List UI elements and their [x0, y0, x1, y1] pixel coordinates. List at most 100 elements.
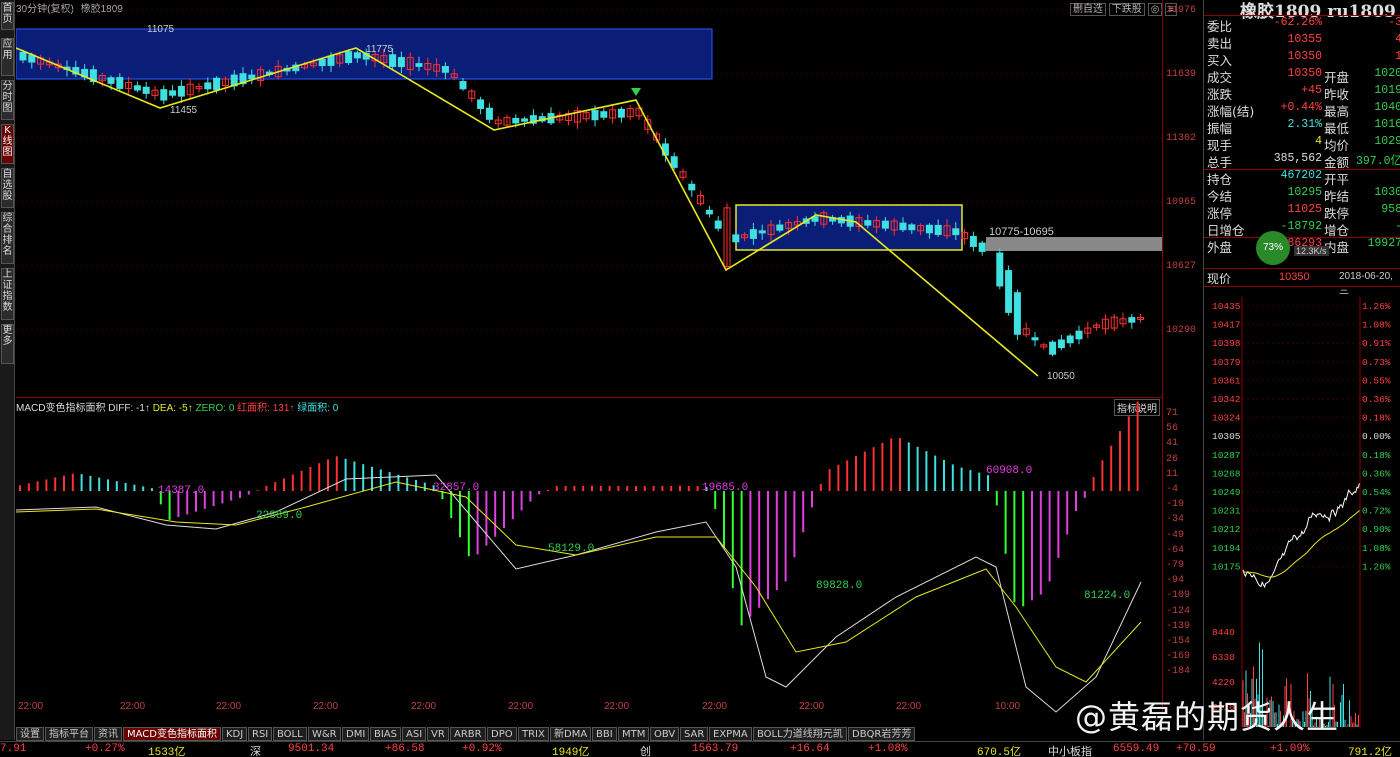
sidebar-tab-kline[interactable]: K线图	[1, 124, 14, 164]
intraday-price-line	[1242, 483, 1360, 589]
status-item: +86.58	[385, 743, 425, 755]
status-item: 深	[250, 747, 261, 757]
intraday-pct-tick: 1.26%	[1362, 301, 1391, 312]
indicator-tab[interactable]: VR	[427, 727, 449, 741]
sidebar-tab-sh-index[interactable]: 上证指数	[1, 268, 14, 320]
indicator-tab[interactable]: 设置	[16, 727, 44, 741]
sidebar-tab-apps[interactable]: 应用	[1, 38, 14, 76]
status-item: 1563.79	[692, 743, 739, 755]
indicator-tab[interactable]: RSI	[248, 727, 273, 741]
quote-value: 10355	[1287, 33, 1322, 46]
intraday-price-tick: 10212	[1212, 524, 1241, 535]
area-value-label: 32857.0	[433, 482, 479, 494]
candle-body	[107, 77, 115, 84]
status-item: +0.27%	[85, 743, 125, 755]
macd-y-tick: -79	[1166, 560, 1185, 571]
indicator-tab[interactable]: OBV	[650, 727, 680, 741]
sidebar-tab-more[interactable]: 更多	[1, 324, 14, 364]
intraday-chart[interactable]: 10435 1.26% 10417 1.08% 10398 0.91% 10379 0.73%…	[1204, 297, 1400, 727]
quote-row: 日增仓-18792增仓-	[1204, 220, 1400, 238]
intraday-pct-tick: 0.91%	[1362, 338, 1391, 349]
indicator-tab[interactable]: 指标平台	[45, 727, 93, 741]
quote-row: 今结 10295 昨结 1030	[1204, 186, 1400, 204]
indicator-tab[interactable]: DPO	[487, 727, 517, 741]
sidebar-tab-timeshare[interactable]: 分时图	[1, 80, 14, 120]
sidebar-tab-favorites[interactable]: 自选股	[1, 168, 14, 208]
indicator-tab[interactable]: BIAS	[370, 727, 401, 741]
status-item: 9501.34	[288, 743, 335, 755]
intraday-price-tick: 10398	[1212, 338, 1241, 349]
quote-row: 总手 385,562 金额 397.0亿	[1204, 152, 1400, 170]
candle-body	[969, 235, 977, 247]
quote-row: 涨幅(结) +0.44% 最高 1040	[1204, 101, 1400, 119]
indicator-tab[interactable]: DBQR岩芳芳	[848, 727, 916, 741]
indicator-tab[interactable]: W&R	[308, 727, 341, 741]
macd-y-tick: -64	[1166, 544, 1185, 556]
price-value: 10350	[1279, 271, 1310, 283]
intraday-price-tick: 10175	[1212, 561, 1241, 572]
sidebar-tab-home[interactable]: 首页	[1, 2, 14, 30]
indicator-tab[interactable]: MACD变色指标面积	[123, 727, 221, 741]
indicator-tab[interactable]: MTM	[618, 727, 650, 741]
quote-value-2: 19927	[1367, 237, 1400, 250]
indicator-tab[interactable]: BBI	[592, 727, 617, 741]
indicator-tab[interactable]: BOLL	[273, 727, 307, 741]
indicator-tab[interactable]: EXPMA	[709, 727, 752, 741]
macd-y-tick: -139	[1166, 620, 1191, 632]
intraday-price-tick: 10194	[1212, 543, 1241, 554]
indicator-tab[interactable]: KDJ	[222, 727, 248, 741]
macd-y-tick: 11	[1166, 468, 1179, 480]
area-value-label: 14387.0	[158, 485, 204, 497]
indicator-tab[interactable]: BOLL力道线翔元凯	[753, 727, 847, 741]
quote-label: 外盘	[1207, 240, 1233, 255]
y-tick: 10965	[1166, 197, 1197, 208]
quote-value-2: 1016	[1374, 118, 1400, 131]
candle-body	[459, 81, 467, 90]
indicator-tab[interactable]: DMI	[342, 727, 370, 741]
diff-line	[16, 474, 1142, 713]
macd-y-tick: -19	[1166, 499, 1185, 511]
candle-body	[1128, 317, 1136, 323]
quote-value-2: 1	[1395, 50, 1400, 63]
candlestick-chart[interactable]: 11075 11775 11455 10775-10695 10050	[16, 0, 1162, 397]
candle-body	[908, 224, 916, 231]
candle-body	[177, 85, 185, 97]
quote-value: +45	[1301, 84, 1322, 97]
status-item: +1.08%	[868, 743, 908, 755]
date-label: 2018-06-20,三	[1339, 271, 1393, 297]
time-tick: 22:00	[508, 701, 533, 712]
indicator-tab[interactable]: 新DMA	[550, 727, 592, 741]
intraday-price-tick: 10324	[1212, 413, 1241, 424]
indicator-tab[interactable]: ASI	[402, 727, 427, 741]
quote-row: 涨跌 +45 昨收 1019	[1204, 84, 1400, 102]
divider	[1204, 286, 1400, 287]
candle-body	[591, 109, 599, 121]
quote-row: 委比 -62.26% -3	[1204, 16, 1400, 34]
candle-body	[617, 108, 625, 118]
intraday-pct-tick: 0.18%	[1362, 413, 1391, 424]
sidebar-tab-ranking[interactable]: 综合排名	[1, 212, 14, 264]
macd-y-tick: -94	[1166, 575, 1185, 587]
area-value-label: 19685.0	[702, 482, 748, 494]
candle-body	[521, 118, 529, 122]
candle-body	[732, 234, 740, 243]
intraday-price-tick: 10305	[1212, 431, 1241, 442]
candle-body	[1075, 330, 1083, 340]
status-item: 中小板指	[1048, 747, 1092, 757]
macd-y-tick: -109	[1166, 590, 1191, 602]
candle-body	[477, 99, 485, 110]
candle-body	[397, 57, 405, 68]
macd-y-tick: -154	[1166, 636, 1191, 647]
quote-value: 10350	[1287, 67, 1322, 80]
indicator-tab[interactable]: 资讯	[94, 727, 122, 741]
indicator-tab[interactable]: TRIX	[518, 727, 549, 741]
quote-value-2: 4	[1395, 33, 1400, 46]
candle-body	[925, 224, 933, 234]
quote-value: +0.44%	[1280, 101, 1322, 114]
intraday-avg-line	[1242, 510, 1360, 578]
indicator-tab[interactable]: ARBR	[450, 727, 486, 741]
status-item: +0.92%	[462, 743, 502, 755]
macd-y-tick: -169	[1166, 651, 1191, 663]
status-item: +70.59	[1176, 743, 1216, 755]
indicator-tab[interactable]: SAR	[680, 727, 709, 741]
